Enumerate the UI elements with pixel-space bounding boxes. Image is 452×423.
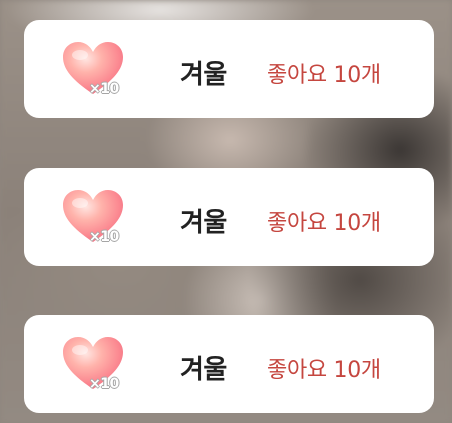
- heart-icon: ×10: [62, 337, 124, 395]
- heart-icon: ×10: [62, 42, 124, 100]
- likes-count-label: 좋아요 10개: [267, 211, 381, 236]
- like-notification-card[interactable]: ×10 겨울 좋아요 10개: [24, 20, 434, 118]
- multiplier-label: ×10: [89, 81, 120, 98]
- sender-name: 겨울: [180, 355, 227, 385]
- like-notification-card[interactable]: ×10 겨울 좋아요 10개: [24, 315, 434, 413]
- sender-name: 겨울: [180, 208, 227, 238]
- multiplier-label: ×10: [89, 376, 120, 393]
- like-notification-card[interactable]: ×10 겨울 좋아요 10개: [24, 168, 434, 266]
- multiplier-label: ×10: [89, 229, 120, 246]
- likes-count-label: 좋아요 10개: [267, 358, 381, 383]
- heart-icon: ×10: [62, 190, 124, 248]
- sender-name: 겨울: [180, 60, 227, 90]
- likes-count-label: 좋아요 10개: [267, 63, 381, 88]
